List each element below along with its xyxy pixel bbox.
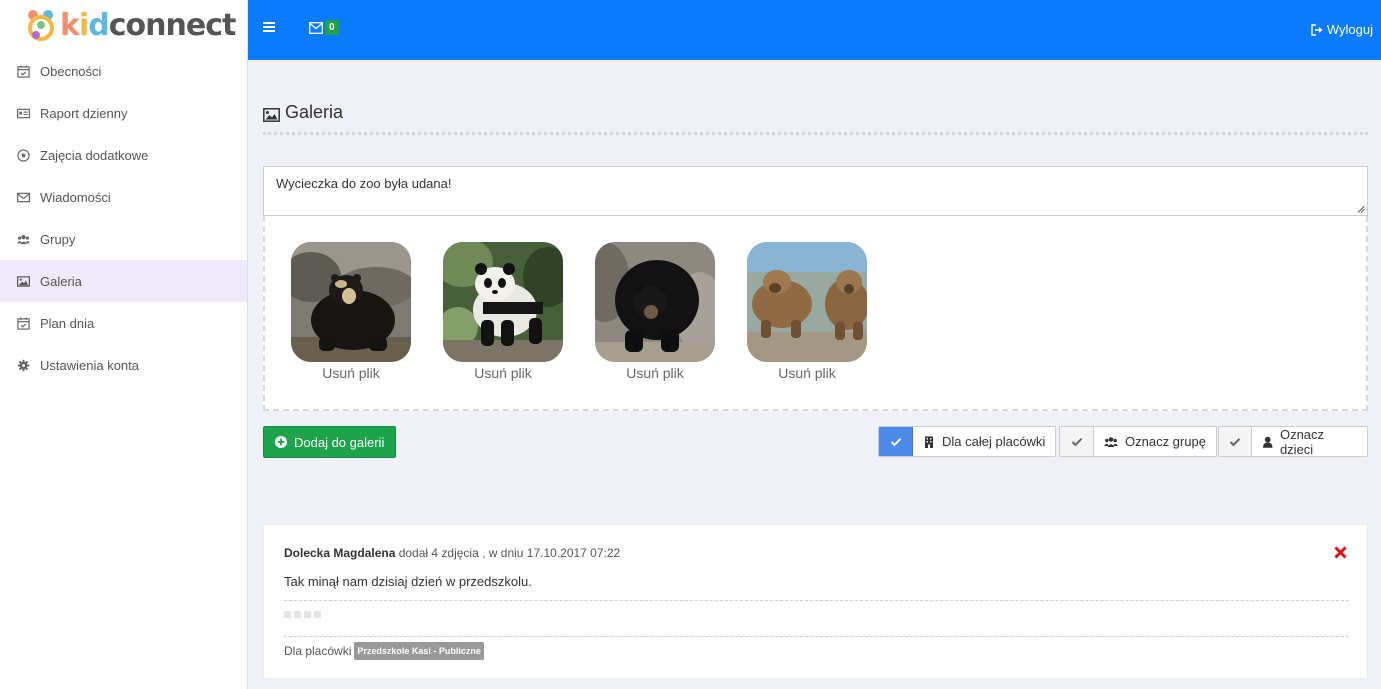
image-icon (263, 108, 280, 122)
bear-photo (291, 242, 411, 362)
audience-tag-group[interactable]: Oznacz grupę (1059, 426, 1217, 457)
logo[interactable]: kidconnect (0, 0, 247, 50)
sidebar-item-grupy[interactable]: Grupy (0, 218, 247, 260)
users-icon (1104, 436, 1118, 447)
post-text-input[interactable]: Wycieczka do zoo była udana! (263, 166, 1368, 216)
thumbnail: Usuń plik (595, 242, 715, 381)
sidebar-item-raport-dzienny[interactable]: Raport dzienny (0, 92, 247, 134)
gallery-post: Dolecka Magdalena dodał 4 zdjęcia , w dn… (263, 524, 1368, 679)
sidebar-item-ustawienia-konta[interactable]: Ustawienia konta (0, 344, 247, 386)
whole-facility-label[interactable]: Dla całej placówki (913, 427, 1055, 456)
gear-icon (16, 358, 30, 372)
sidebar-item-galeria[interactable]: Galeria (0, 260, 247, 302)
post-footer: Dla placówki Przedszkole Kasi - Publiczn… (284, 642, 484, 660)
audience-whole-facility[interactable]: Dla całej placówki (878, 426, 1057, 457)
post-text: Tak minął nam dzisiaj dzień w przedszkol… (284, 574, 532, 589)
divider (284, 636, 1349, 637)
topbar: 0 Wyloguj (248, 0, 1381, 60)
sidebar-item-label: Wiadomości (40, 189, 111, 205)
sidebar: kidconnect Obecności Raport dzienny Zaję… (0, 0, 248, 689)
check-icon (1071, 437, 1082, 446)
sidebar-item-obecnosci[interactable]: Obecności (0, 50, 247, 92)
tag-children-label[interactable]: Oznacz dzieci (1252, 427, 1367, 457)
resize-handle-icon[interactable] (1357, 205, 1365, 213)
photo-placeholder[interactable] (294, 611, 301, 618)
messages-button[interactable]: 0 (309, 20, 339, 35)
soccer-ball-icon (16, 148, 30, 162)
brown-bears-photo (747, 242, 867, 362)
tag-group-checkbox[interactable] (1060, 427, 1094, 456)
remove-file-link[interactable]: Usuń plik (747, 365, 867, 381)
sidebar-nav: Obecności Raport dzienny Zajęcia dodatko… (0, 50, 247, 386)
sign-out-icon (1311, 23, 1323, 36)
whole-facility-checkbox[interactable] (879, 427, 913, 456)
check-icon (890, 437, 901, 446)
page-header: Galeria (263, 102, 1368, 135)
post-text-value: Wycieczka do zoo była udana! (276, 176, 452, 191)
envelope-icon (309, 21, 323, 34)
calendar-check-icon (16, 316, 30, 330)
delete-post-icon[interactable] (1334, 546, 1347, 559)
users-icon (16, 232, 30, 246)
post-meta: Dolecka Magdalena dodał 4 zdjęcia , w dn… (284, 546, 620, 560)
thumbnail: Usuń plik (291, 242, 411, 381)
thumbnail: Usuń plik (747, 242, 867, 381)
logo-mark-icon (24, 8, 58, 42)
facility-tag: Przedszkole Kasi - Publiczne (354, 642, 484, 660)
tag-children-checkbox[interactable] (1219, 427, 1252, 456)
tag-group-label[interactable]: Oznacz grupę (1094, 427, 1216, 456)
photo-placeholder[interactable] (304, 611, 311, 618)
sidebar-item-label: Plan dnia (40, 315, 95, 331)
audience-tag-children[interactable]: Oznacz dzieci (1218, 426, 1368, 457)
logout-button[interactable]: Wyloguj (1311, 22, 1373, 37)
post-author: Dolecka Magdalena (284, 546, 396, 560)
sidebar-item-label: Obecności (40, 63, 102, 79)
logo-text: kidconnect (60, 7, 236, 43)
post-meta-text: dodał 4 zdjęcia , w dniu 17.10.2017 07:2… (395, 546, 621, 560)
menu-toggle-icon[interactable] (263, 22, 275, 34)
sidebar-item-label: Ustawienia konta (40, 357, 139, 373)
photo-placeholder[interactable] (314, 611, 321, 618)
logout-label: Wyloguj (1326, 22, 1373, 37)
image-icon (16, 274, 30, 288)
remove-file-link[interactable]: Usuń plik (291, 365, 411, 381)
id-card-icon (16, 106, 30, 120)
photo-placeholder[interactable] (284, 611, 291, 618)
sidebar-item-label: Grupy (40, 231, 76, 247)
sidebar-item-zajecia-dodatkowe[interactable]: Zajęcia dodatkowe (0, 134, 247, 176)
divider (284, 600, 1349, 601)
photo-placeholders (284, 611, 324, 618)
remove-file-link[interactable]: Usuń plik (443, 365, 563, 381)
thumbnail: Usuń plik (443, 242, 563, 381)
add-to-gallery-label: Dodaj do galerii (294, 434, 385, 450)
user-icon (1262, 436, 1273, 448)
envelope-icon (16, 190, 30, 204)
sidebar-item-label: Galeria (40, 273, 82, 289)
calendar-check-icon (16, 64, 30, 78)
building-icon (925, 436, 933, 448)
upload-dropzone[interactable]: Usuń plik Usuń plik Usuń plik Usuń plik (263, 216, 1368, 411)
post-footer-label: Dla placówki (284, 644, 352, 658)
remove-file-link[interactable]: Usuń plik (595, 365, 715, 381)
panda-photo (443, 242, 563, 362)
plus-circle-icon (275, 436, 287, 448)
sidebar-item-plan-dnia[interactable]: Plan dnia (0, 302, 247, 344)
sidebar-item-label: Raport dzienny (40, 105, 128, 121)
black-bear-photo (595, 242, 715, 362)
add-to-gallery-button[interactable]: Dodaj do galerii (263, 426, 397, 458)
sidebar-item-label: Zajęcia dodatkowe (40, 147, 149, 163)
sidebar-item-wiadomosci[interactable]: Wiadomości (0, 176, 247, 218)
mail-count-badge: 0 (325, 20, 339, 35)
page-title: Galeria (285, 102, 344, 122)
check-icon (1229, 437, 1240, 446)
